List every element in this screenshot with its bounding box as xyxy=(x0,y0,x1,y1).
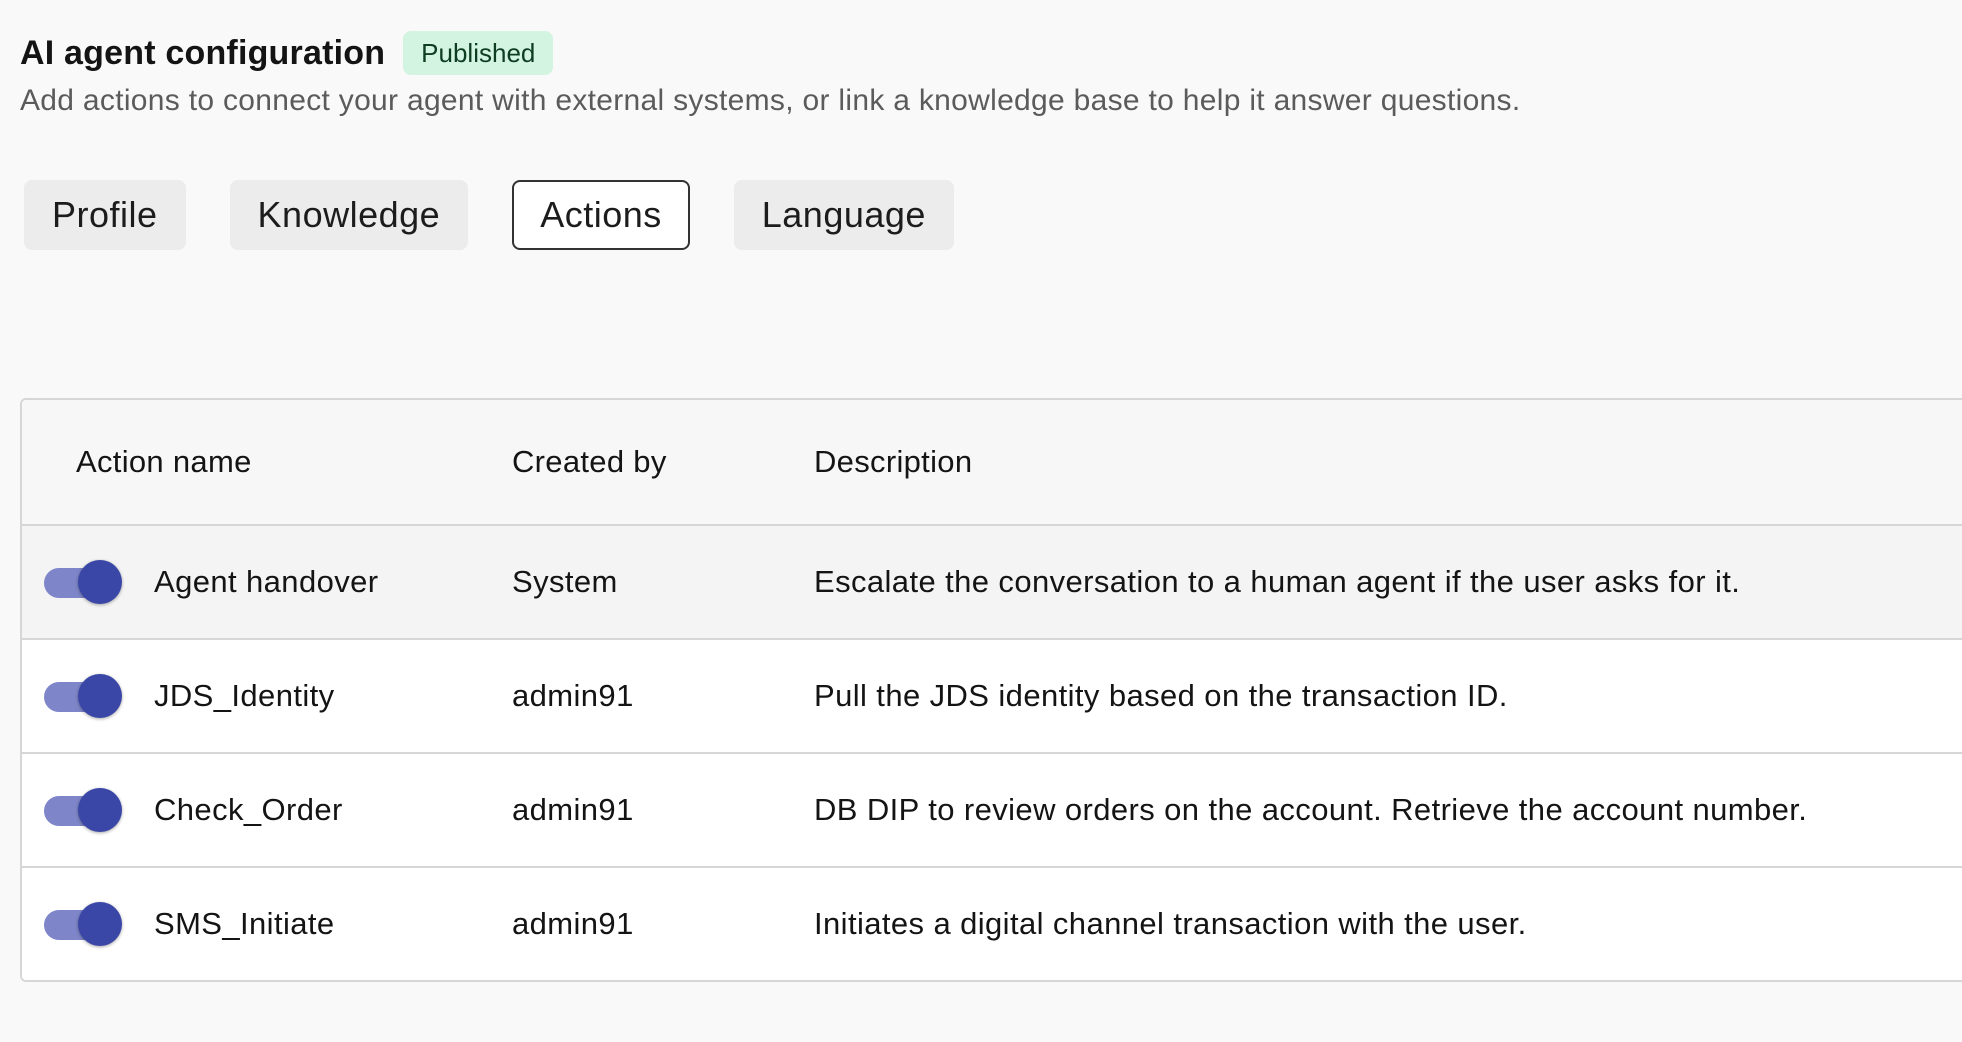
title-row: AI agent configuration Published xyxy=(20,28,1520,78)
action-enabled-toggle[interactable] xyxy=(44,784,126,836)
action-description: DB DIP to review orders on the account. … xyxy=(814,792,1808,827)
tab-bar: Profile Knowledge Actions Language xyxy=(24,180,954,250)
action-name: JDS_Identity xyxy=(154,678,335,713)
created-by: admin91 xyxy=(512,906,634,941)
page-header: AI agent configuration Published Add act… xyxy=(20,28,1520,118)
table-row[interactable]: JDS_Identity admin91 Pull the JDS identi… xyxy=(22,640,1962,754)
tab-actions[interactable]: Actions xyxy=(512,180,690,250)
table-header: Action name Created by Description xyxy=(22,400,1962,526)
action-name: Agent handover xyxy=(154,564,379,599)
column-header-action-name[interactable]: Action name xyxy=(76,444,252,480)
action-enabled-toggle[interactable] xyxy=(44,898,126,950)
column-header-created-by[interactable]: Created by xyxy=(512,444,667,480)
tab-knowledge[interactable]: Knowledge xyxy=(229,180,469,250)
action-name: SMS_Initiate xyxy=(154,906,335,941)
created-by: admin91 xyxy=(512,792,634,827)
action-description: Escalate the conversation to a human age… xyxy=(814,564,1741,599)
column-header-description[interactable]: Description xyxy=(814,444,972,480)
table-row[interactable]: Check_Order admin91 DB DIP to review ord… xyxy=(22,754,1962,868)
action-description: Pull the JDS identity based on the trans… xyxy=(814,678,1508,713)
actions-table: Action name Created by Description Agent… xyxy=(20,398,1962,982)
page-title: AI agent configuration xyxy=(20,33,386,72)
toggle-knob xyxy=(78,902,122,946)
action-description: Initiates a digital channel transaction … xyxy=(814,906,1527,941)
toggle-knob xyxy=(78,788,122,832)
action-name: Check_Order xyxy=(154,792,343,827)
action-enabled-toggle[interactable] xyxy=(44,670,126,722)
table-row[interactable]: SMS_Initiate admin91 Initiates a digital… xyxy=(22,868,1962,980)
action-enabled-toggle[interactable] xyxy=(44,556,126,608)
status-badge: Published xyxy=(403,31,554,75)
tab-profile[interactable]: Profile xyxy=(24,180,186,250)
table-row[interactable]: Agent handover System Escalate the conve… xyxy=(22,526,1962,640)
created-by: System xyxy=(512,564,618,599)
tab-language[interactable]: Language xyxy=(733,180,954,250)
toggle-knob xyxy=(78,560,122,604)
toggle-knob xyxy=(78,674,122,718)
page-subtitle: Add actions to connect your agent with e… xyxy=(20,84,1521,117)
created-by: admin91 xyxy=(512,678,634,713)
